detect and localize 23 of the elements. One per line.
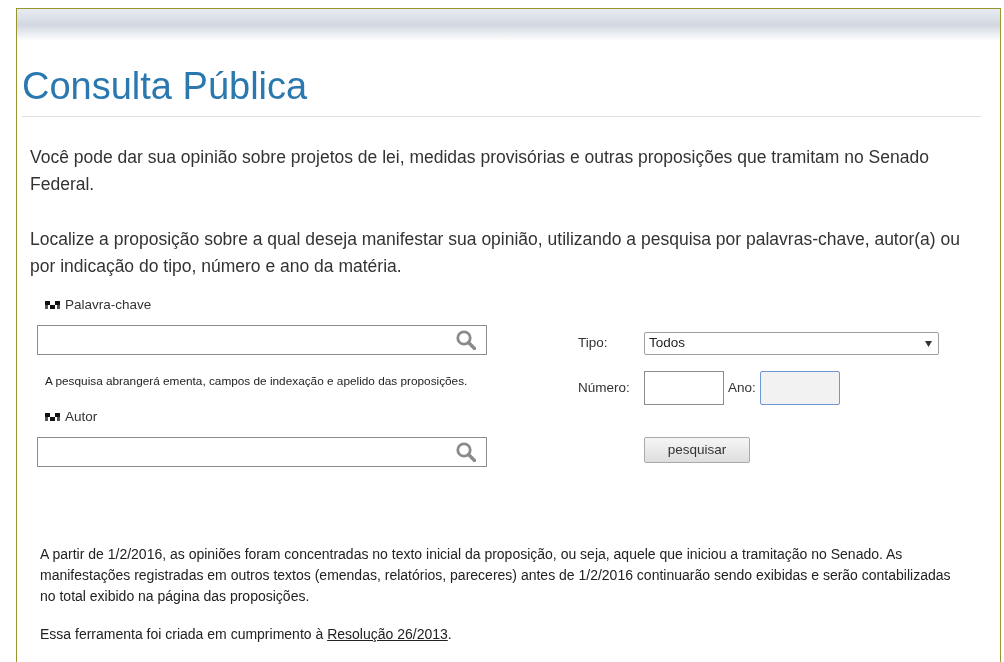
field-label: Palavra-chave bbox=[65, 296, 152, 314]
search-icon[interactable] bbox=[456, 442, 476, 462]
field-label: Autor bbox=[65, 408, 98, 426]
search-field[interactable] bbox=[37, 437, 487, 467]
squares-icon bbox=[45, 301, 60, 309]
field-label: Tipo: bbox=[578, 334, 609, 353]
intro-paragraph: Você pode dar sua opinião sobre projetos de lei, medidas provisórias e outras proposições que tramitam no Senado Federal. bbox=[30, 146, 930, 196]
note-paragraph: Essa ferramenta foi criada em cumprimento à Resolução 26/2013. bbox=[40, 625, 453, 644]
year-field[interactable] bbox=[759, 371, 840, 405]
search-button[interactable]: pesquisar bbox=[644, 437, 750, 464]
intro-paragraph: Localize a proposição sobre a qual deseja manifestar sua opinião, utilizando a pesquisa por palavras-chave, autor(a) ou por indicação do tipo, número e ano da matéria. bbox=[30, 228, 961, 278]
hint-text: A pesquisa abrangerá ementa, campos de indexação e apelido das proposições. bbox=[44, 373, 469, 389]
resolution-link[interactable]: Resolução 26/2013 bbox=[327, 626, 448, 642]
search-field[interactable] bbox=[37, 325, 487, 355]
field-label: Ano: bbox=[728, 378, 756, 397]
field-label: Número: bbox=[578, 378, 631, 397]
note-paragraph: A partir de 1/2/2016, as opiniões foram concentradas no texto inicial da proposição, ou seja, aquele que iniciou a tramitação no Senado. As manifestações registradas em outros textos (emendas, relatórios, pareceres) antes de 1/2/2016 continuarão sendo exibidas e serão contabilizadas no total exibido na página das proposições. bbox=[40, 545, 952, 606]
number-field[interactable] bbox=[644, 371, 724, 405]
search-icon[interactable] bbox=[456, 330, 476, 350]
page-title: Consulta Pública bbox=[22, 64, 308, 108]
squares-icon bbox=[45, 413, 60, 421]
caret-icon bbox=[925, 340, 932, 347]
type-select[interactable]: Todos bbox=[644, 332, 939, 355]
